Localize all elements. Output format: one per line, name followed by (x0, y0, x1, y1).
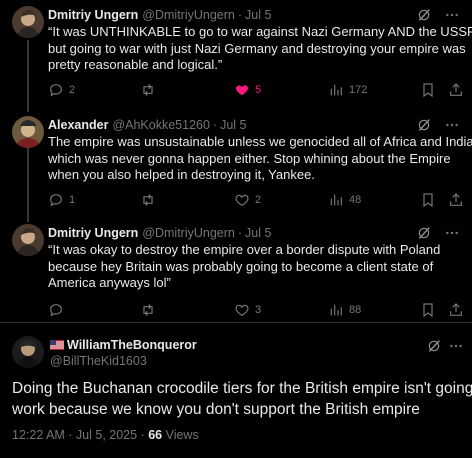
reply-tweet[interactable]: Dmitriy Ungern @DmitriyUngern · Jul 5 “I… (0, 218, 472, 324)
reply-button[interactable]: 1 (48, 191, 75, 209)
grok-slash-icon[interactable] (416, 117, 432, 133)
post-text: The empire was unsustainable unless we g… (48, 134, 472, 184)
heart-icon (234, 82, 250, 98)
share-button[interactable] (448, 301, 464, 319)
post-text: “It was okay to destroy the empire over … (48, 242, 458, 292)
author-handle[interactable]: @DmitriyUngern (142, 8, 235, 22)
author-name[interactable]: Dmitriy Ungern (48, 226, 138, 240)
like-button[interactable]: 2 (234, 191, 261, 209)
post-text: “It was UNTHINKABLE to go to war against… (48, 24, 472, 74)
comment-bubble-icon (48, 302, 64, 318)
bookmark-icon (420, 82, 436, 98)
reply-tweet[interactable]: Dmitriy Ungern @DmitriyUngern · Jul 5 “I… (0, 0, 472, 112)
more-dots-icon[interactable] (448, 338, 464, 354)
author-name[interactable]: WilliamTheBonqueror (67, 338, 197, 352)
text-line: Doing the Buchanan crocodile tiers for t… (12, 380, 472, 397)
text-line: work because we know you don't support t… (12, 401, 420, 418)
grok-slash-icon[interactable] (416, 7, 432, 23)
like-count: 5 (255, 84, 262, 96)
post-time[interactable]: Jul 5 (245, 226, 271, 240)
text-line: The empire was unsustainable unless we g… (48, 134, 472, 149)
author-name[interactable]: Alexander (48, 118, 108, 132)
flag-icon (50, 340, 64, 350)
author-handle[interactable]: @AhKokke51260 (112, 118, 209, 132)
separator-dot: · (212, 118, 218, 132)
avatar[interactable] (12, 116, 44, 148)
view-count: 172 (349, 84, 368, 96)
reply-thread: Dmitriy Ungern @DmitriyUngern · Jul 5 “I… (0, 0, 472, 458)
text-line: “It was okay to destroy the empire over … (48, 242, 441, 257)
heart-icon (234, 302, 250, 318)
post-timestamp[interactable]: 12:22 AM · Jul 5, 2025 · (12, 428, 148, 442)
text-line: when you also helped in destroying it, Y… (48, 167, 315, 182)
text-line: pretty reasonable and logical.” (48, 57, 223, 72)
post-time[interactable]: Jul 5 (245, 8, 271, 22)
repost-arrows-icon (140, 192, 156, 208)
avatar[interactable] (12, 224, 44, 256)
bookmark-button[interactable] (420, 191, 436, 209)
author-name[interactable]: Dmitriy Ungern (48, 8, 138, 22)
view-count: 88 (349, 304, 362, 316)
view-count: 48 (349, 194, 362, 206)
repost-button[interactable] (140, 191, 161, 209)
reply-count: 2 (69, 84, 76, 96)
heart-icon (234, 192, 250, 208)
bar-chart-icon (328, 82, 344, 98)
views-button[interactable]: 88 (328, 301, 361, 319)
share-upload-icon (448, 192, 464, 208)
avatar[interactable] (12, 6, 44, 38)
text-line: but going to war with just Nazi Germany … (48, 40, 466, 56)
text-line: because hey Britain was probably going t… (48, 258, 434, 274)
bookmark-button[interactable] (420, 301, 436, 319)
post-text: Doing the Buchanan crocodile tiers for t… (12, 378, 472, 420)
repost-button[interactable] (140, 301, 161, 319)
comment-bubble-icon (48, 82, 64, 98)
post-meta: 12:22 AM · Jul 5, 2025 · 66 Views (12, 428, 199, 442)
share-upload-icon (448, 302, 464, 318)
action-bar: 2 5 172 (48, 81, 464, 99)
avatar[interactable] (12, 336, 44, 368)
view-count: 66 (148, 428, 163, 442)
author-handle[interactable]: @BillTheKid1603 (50, 354, 147, 368)
share-button[interactable] (448, 191, 464, 209)
views-label: Views (162, 428, 199, 442)
like-count: 2 (255, 194, 262, 206)
more-dots-icon[interactable] (444, 7, 460, 23)
repost-arrows-icon (140, 302, 156, 318)
bookmark-button[interactable] (420, 81, 436, 99)
like-count: 3 (255, 304, 262, 316)
text-line: America anyways lol” (48, 275, 171, 290)
more-dots-icon[interactable] (444, 117, 460, 133)
comment-bubble-icon (48, 192, 64, 208)
reply-count: 1 (69, 194, 76, 206)
text-line: “It was UNTHINKABLE to go to war against… (48, 24, 472, 39)
text-line: which was never gonna happen either. Sto… (48, 150, 451, 166)
separator-dot: · (237, 8, 243, 22)
share-button[interactable] (448, 81, 464, 99)
author-handle[interactable]: @DmitriyUngern (142, 226, 235, 240)
reply-button[interactable] (48, 301, 69, 319)
like-button[interactable]: 5 (234, 81, 261, 99)
grok-slash-icon[interactable] (416, 225, 432, 241)
repost-button[interactable] (140, 81, 161, 99)
grok-slash-icon[interactable] (426, 338, 442, 354)
bar-chart-icon (328, 192, 344, 208)
bookmark-icon (420, 192, 436, 208)
bookmark-icon (420, 302, 436, 318)
action-bar: 3 88 (48, 301, 464, 319)
like-button[interactable]: 3 (234, 301, 261, 319)
repost-arrows-icon (140, 82, 156, 98)
action-bar: 1 2 48 (48, 191, 464, 209)
post-time[interactable]: Jul 5 (220, 118, 246, 132)
views-button[interactable]: 48 (328, 191, 361, 209)
reply-tweet[interactable]: Alexander @AhKokke51260 · Jul 5 The empi… (0, 108, 472, 218)
views-button[interactable]: 172 (328, 81, 367, 99)
more-dots-icon[interactable] (444, 225, 460, 241)
share-upload-icon (448, 82, 464, 98)
reply-button[interactable]: 2 (48, 81, 75, 99)
divider (0, 322, 472, 323)
bar-chart-icon (328, 302, 344, 318)
separator-dot: · (237, 226, 243, 240)
